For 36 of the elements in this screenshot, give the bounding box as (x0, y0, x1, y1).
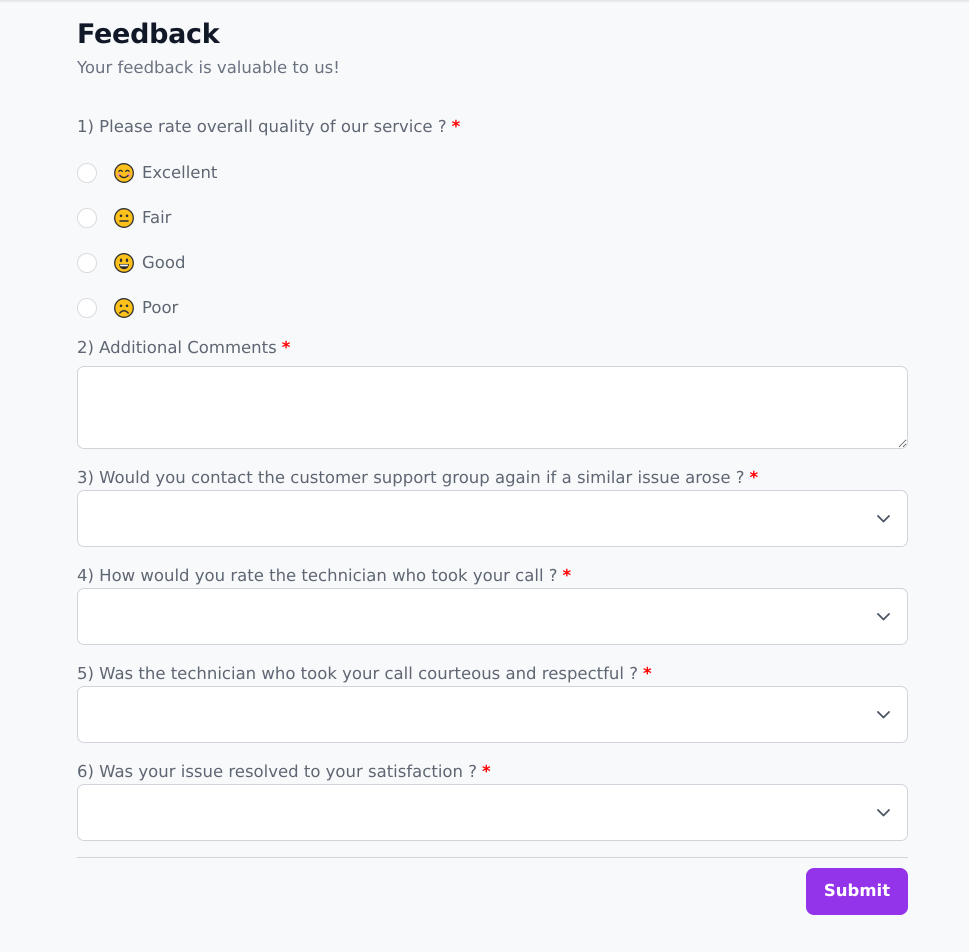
question-label: 1) Please rate overall quality of our service ? (77, 116, 447, 138)
chevron-down-icon (877, 710, 890, 718)
grinning-face-icon (114, 252, 134, 272)
neutral-face-icon (114, 208, 134, 228)
submit-button[interactable]: Submit (806, 868, 908, 915)
chevron-down-icon (877, 612, 890, 620)
dropdown-field[interactable] (77, 490, 908, 547)
dropdown-field[interactable] (77, 784, 908, 841)
radio-button[interactable] (77, 252, 97, 272)
frowning-face-icon (114, 298, 134, 318)
option-label[interactable]: Good (142, 250, 186, 274)
smiling-face-icon (114, 162, 134, 182)
option-label[interactable]: Poor (142, 296, 178, 320)
radio-button[interactable] (77, 162, 97, 182)
chevron-down-icon (877, 514, 890, 522)
radio-button[interactable] (77, 298, 97, 318)
question-label: 2) Additional Comments (77, 337, 277, 359)
comments-textarea[interactable] (77, 366, 908, 449)
option-label[interactable]: Fair (142, 206, 172, 230)
radio-button[interactable] (77, 208, 97, 228)
question-label: 4) How would you rate the technician who took your call ? (77, 565, 558, 587)
dropdown-field[interactable] (77, 588, 908, 645)
question-label: 3) Would you contact the customer support group again if a similar issue arose ? (77, 467, 745, 489)
question-label: 5) Was the technician who took your call courteous and respectful ? (77, 663, 638, 685)
option-label[interactable]: Excellent (142, 160, 218, 184)
required-asterisk: * (562, 565, 572, 587)
required-asterisk: * (642, 663, 652, 685)
question-label: 6) Was your issue resolved to your satisfaction ? (77, 761, 477, 783)
required-asterisk: * (750, 467, 758, 489)
required-asterisk: * (482, 761, 491, 783)
required-asterisk: * (282, 337, 290, 359)
dropdown-field[interactable] (77, 686, 908, 743)
chevron-down-icon (877, 808, 890, 816)
page-title: Feedback (77, 18, 221, 52)
required-asterisk: * (452, 116, 460, 138)
page-subtitle: Your feedback is valuable to us! (77, 57, 341, 79)
